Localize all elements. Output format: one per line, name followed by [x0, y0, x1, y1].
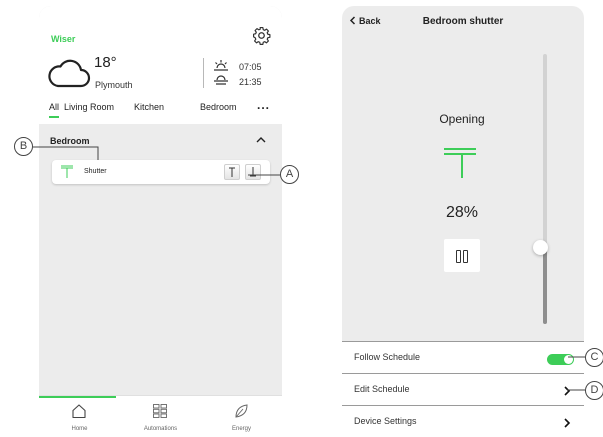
home-screen: Wiser 18° Plymouth 07:05 21:35 All Livin… [39, 6, 282, 437]
shutter-status: Opening [439, 112, 485, 126]
callout-c: C [585, 348, 603, 367]
callout-a: A [280, 165, 299, 184]
pause-button[interactable] [444, 239, 480, 272]
tab-living-room[interactable]: Living Room [64, 102, 114, 112]
chevron-up-icon[interactable] [255, 135, 267, 145]
shutter-icon [61, 165, 73, 178]
shutter-detail-screen: Bedroom shutter Back Opening 28% Follow … [342, 6, 584, 437]
cloud-icon [48, 59, 91, 88]
chevron-left-icon [349, 16, 356, 25]
nav-home-label: Home [71, 426, 88, 432]
automations-grid-icon [153, 404, 167, 418]
callout-d: D [585, 381, 603, 400]
sunset-icon [214, 75, 228, 85]
wiser-logo: Wiser [51, 34, 76, 44]
shutter-icon [444, 148, 476, 178]
tab-bedroom[interactable]: Bedroom [200, 102, 237, 112]
shutter-position-value: 28% [445, 204, 479, 221]
home-icon [72, 404, 86, 419]
shutter-settings-list: Follow Schedule Edit Schedule Device Set… [342, 341, 584, 437]
device-settings-label: Device Settings [354, 416, 417, 426]
position-slider-thumb[interactable] [533, 240, 548, 255]
location-label: Plymouth [95, 80, 133, 90]
sunrise-icon [214, 60, 228, 71]
nav-energy[interactable]: Energy [201, 396, 282, 437]
chevron-right-icon [564, 386, 571, 396]
position-slider-fill [543, 248, 547, 324]
nav-energy-label: Energy [231, 426, 251, 432]
gear-icon[interactable] [252, 26, 271, 45]
follow-schedule-row[interactable]: Follow Schedule [342, 341, 584, 373]
leaf-icon [235, 404, 248, 418]
room-section-title: Bedroom [50, 136, 90, 146]
back-button[interactable]: Back [349, 16, 381, 26]
shutter-close-icon [250, 167, 256, 177]
position-slider[interactable] [543, 54, 547, 324]
follow-schedule-label: Follow Schedule [354, 352, 421, 362]
device-settings-row[interactable]: Device Settings [342, 405, 584, 437]
pause-icon [456, 250, 461, 263]
shutter-open-icon [229, 167, 235, 177]
back-label: Back [359, 16, 381, 26]
shutter-open-button[interactable] [224, 164, 240, 180]
more-tabs-button[interactable]: ... [257, 98, 270, 112]
weather-divider [203, 58, 204, 88]
edit-schedule-label: Edit Schedule [354, 384, 410, 394]
callout-b: B [14, 137, 33, 156]
shutter-close-button[interactable] [245, 164, 261, 180]
toggle-knob [564, 355, 573, 364]
nav-automations[interactable]: Automations [120, 396, 201, 437]
home-header: Wiser 18° Plymouth 07:05 21:35 All Livin… [39, 6, 282, 124]
nav-automations-label: Automations [143, 426, 178, 432]
sunrise-time: 07:05 [239, 62, 262, 72]
bottom-navigation: Home Automations Energy [39, 395, 282, 437]
room-tabs: All Living Room Kitchen Bedroom ... [39, 98, 282, 121]
temperature-value: 18° [94, 54, 117, 71]
tab-kitchen[interactable]: Kitchen [134, 102, 164, 112]
tab-all[interactable]: All [49, 102, 60, 118]
chevron-right-icon [564, 418, 571, 428]
shutter-device-card[interactable]: Shutter [52, 160, 270, 184]
sunset-time: 21:35 [239, 77, 262, 87]
follow-schedule-toggle[interactable] [547, 354, 574, 365]
nav-home[interactable]: Home [39, 396, 120, 437]
pause-icon-bar [463, 250, 468, 263]
edit-schedule-row[interactable]: Edit Schedule [342, 373, 584, 405]
device-name: Shutter [84, 168, 107, 175]
